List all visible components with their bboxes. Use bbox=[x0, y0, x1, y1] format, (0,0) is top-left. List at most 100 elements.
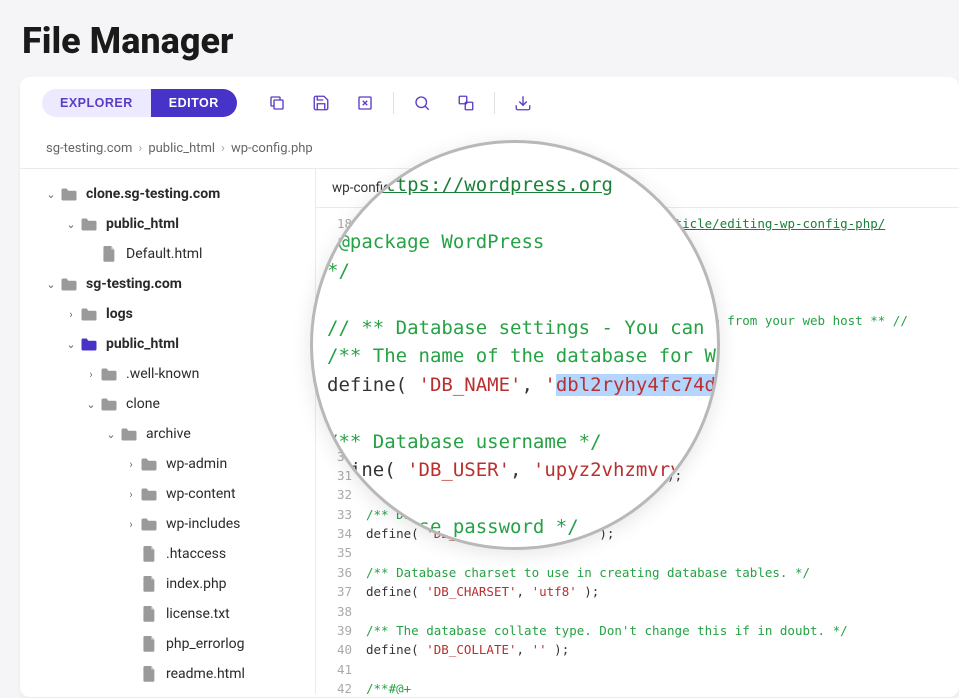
line-number: 18 bbox=[316, 214, 366, 233]
folder-icon bbox=[140, 485, 158, 503]
line-number: 31 bbox=[316, 466, 366, 485]
code-view[interactable]: 18 * @link https://wordpress.org/support… bbox=[316, 208, 959, 694]
chevron-right-icon[interactable]: › bbox=[124, 458, 138, 471]
folder-icon bbox=[140, 515, 158, 533]
code-line[interactable]: 41 bbox=[316, 660, 959, 679]
discard-icon[interactable] bbox=[343, 87, 387, 119]
chevron-right-icon[interactable]: › bbox=[84, 368, 98, 381]
copy-icon[interactable] bbox=[255, 87, 299, 119]
tree-file[interactable]: license.txt bbox=[20, 599, 315, 629]
tree-file[interactable]: php_errorlog bbox=[20, 629, 315, 659]
tree-folder[interactable]: ⌄sg-testing.com bbox=[20, 269, 315, 299]
code-line[interactable]: 23// ** Database settings - You can get … bbox=[316, 311, 959, 330]
line-number: 41 bbox=[316, 660, 366, 679]
line-number: 38 bbox=[316, 602, 366, 621]
tree-file[interactable]: .htaccess bbox=[20, 539, 315, 569]
tree-folder[interactable]: ⌄public_html bbox=[20, 329, 315, 359]
tree-label: wp-admin bbox=[166, 456, 227, 472]
file-tree[interactable]: ⌄clone.sg-testing.com⌄public_htmlDefault… bbox=[20, 169, 316, 694]
code-line[interactable]: 36/** Database charset to use in creatin… bbox=[316, 563, 959, 582]
line-number: 37 bbox=[316, 582, 366, 601]
tree-label: readme.html bbox=[166, 666, 245, 682]
folder-icon bbox=[60, 185, 78, 203]
chevron-down-icon[interactable]: ⌄ bbox=[84, 398, 98, 411]
chevron-right-icon[interactable]: › bbox=[124, 488, 138, 501]
separator bbox=[494, 92, 495, 114]
code-line[interactable]: 31define( 'DB_PASSWORD', '5rzqgn8nt4969e… bbox=[316, 466, 959, 485]
breadcrumb-segment[interactable]: sg-testing.com bbox=[46, 141, 132, 156]
code-line[interactable]: 19 * bbox=[316, 233, 959, 252]
code-line[interactable]: 39/** The database collate type. Don't c… bbox=[316, 621, 959, 640]
search-icon[interactable] bbox=[400, 87, 444, 119]
mode-tabs: EXPLORER EDITOR bbox=[42, 89, 237, 117]
tree-label: .well-known bbox=[126, 366, 199, 382]
tree-file[interactable]: readme.html bbox=[20, 659, 315, 689]
folder-icon bbox=[100, 365, 118, 383]
tab-editor[interactable]: EDITOR bbox=[151, 89, 237, 117]
code-line[interactable]: 38 bbox=[316, 602, 959, 621]
code-line[interactable]: 20 * @package WordPress bbox=[316, 253, 959, 272]
code-line[interactable]: 37define( 'DB_CHARSET', 'utf8' ); bbox=[316, 582, 959, 601]
tree-label: license.txt bbox=[166, 606, 230, 622]
tree-file[interactable]: Default.html bbox=[20, 239, 315, 269]
code-line[interactable]: 42/**#@+ bbox=[316, 679, 959, 694]
toolbar: EXPLORER EDITOR bbox=[20, 77, 959, 129]
chevron-down-icon[interactable]: ⌄ bbox=[64, 338, 78, 351]
tree-folder[interactable]: ⌄archive bbox=[20, 419, 315, 449]
save-icon[interactable] bbox=[299, 87, 343, 119]
replace-icon[interactable] bbox=[444, 87, 488, 119]
line-number: 22 bbox=[316, 292, 366, 311]
code-line[interactable]: 33/** Database hostname */ bbox=[316, 505, 959, 524]
tree-label: clone.sg-testing.com bbox=[86, 186, 220, 202]
tree-folder[interactable]: › wp-content bbox=[20, 479, 315, 509]
tree-folder[interactable]: › wp-admin bbox=[20, 449, 315, 479]
code-line[interactable]: 27/** Database username */ bbox=[316, 388, 959, 407]
chevron-right-icon: › bbox=[138, 141, 142, 156]
line-number: 35 bbox=[316, 543, 366, 562]
chevron-down-icon[interactable]: ⌄ bbox=[44, 188, 58, 201]
chevron-down-icon[interactable]: ⌄ bbox=[64, 218, 78, 231]
folder-icon bbox=[100, 395, 118, 413]
code-line[interactable]: 29 bbox=[316, 427, 959, 446]
code-line[interactable]: 25define( 'DB_NAME', 'dbl2ryhy4fc74d' ); bbox=[316, 350, 959, 369]
code-line[interactable]: 18 * @link https://wordpress.org/support… bbox=[316, 214, 959, 233]
code-line[interactable]: 28define( 'DB_USER', 'upyz2vhzmvrv9' ); bbox=[316, 408, 959, 427]
line-number: 32 bbox=[316, 485, 366, 504]
code-line[interactable]: 32 bbox=[316, 485, 959, 504]
chevron-right-icon[interactable]: › bbox=[124, 518, 138, 531]
breadcrumb-segment[interactable]: wp-config.php bbox=[231, 141, 313, 156]
separator bbox=[393, 92, 394, 114]
code-line[interactable]: 26 bbox=[316, 369, 959, 388]
code-line[interactable]: 30/** Database password */ bbox=[316, 447, 959, 466]
file-manager-panel: EXPLORER EDITOR sg-testing.com › public_ht… bbox=[20, 77, 959, 697]
line-number: 28 bbox=[316, 408, 366, 427]
chevron-right-icon[interactable]: › bbox=[64, 308, 78, 321]
page-title: File Manager bbox=[0, 0, 959, 77]
line-number: 30 bbox=[316, 447, 366, 466]
folder-icon bbox=[60, 275, 78, 293]
code-line[interactable]: 24/** The name of the database for WordP… bbox=[316, 330, 959, 349]
line-number: 21 bbox=[316, 272, 366, 291]
code-line[interactable]: 21 */ bbox=[316, 272, 959, 291]
tree-folder[interactable]: ›logs bbox=[20, 299, 315, 329]
chevron-down-icon[interactable]: ⌄ bbox=[104, 428, 118, 441]
tree-folder[interactable]: ›wp-includes bbox=[20, 509, 315, 539]
tree-folder[interactable]: › .well-known bbox=[20, 359, 315, 389]
code-line[interactable]: 40define( 'DB_COLLATE', '' ); bbox=[316, 640, 959, 659]
file-tab-wp-config[interactable]: wp-config.php bbox=[316, 169, 434, 207]
code-line[interactable]: 35 bbox=[316, 543, 959, 562]
code-line[interactable]: 34define( 'DB_HOST', 'localhost' ); bbox=[316, 524, 959, 543]
code-line[interactable]: 22 bbox=[316, 292, 959, 311]
breadcrumb-segment[interactable]: public_html bbox=[148, 141, 215, 156]
download-icon[interactable] bbox=[501, 87, 545, 119]
tree-label: .htaccess bbox=[166, 546, 226, 562]
tree-folder[interactable]: ⌄ clone.sg-testing.com bbox=[20, 179, 315, 209]
tree-folder[interactable]: ⌄clone bbox=[20, 389, 315, 419]
tab-explorer[interactable]: EXPLORER bbox=[42, 89, 151, 117]
folder-icon bbox=[120, 425, 138, 443]
tree-folder[interactable]: ⌄public_html bbox=[20, 209, 315, 239]
tree-label: wp-content bbox=[166, 486, 236, 502]
tree-file[interactable]: index.php bbox=[20, 569, 315, 599]
file-icon bbox=[100, 245, 118, 263]
chevron-down-icon[interactable]: ⌄ bbox=[44, 278, 58, 291]
